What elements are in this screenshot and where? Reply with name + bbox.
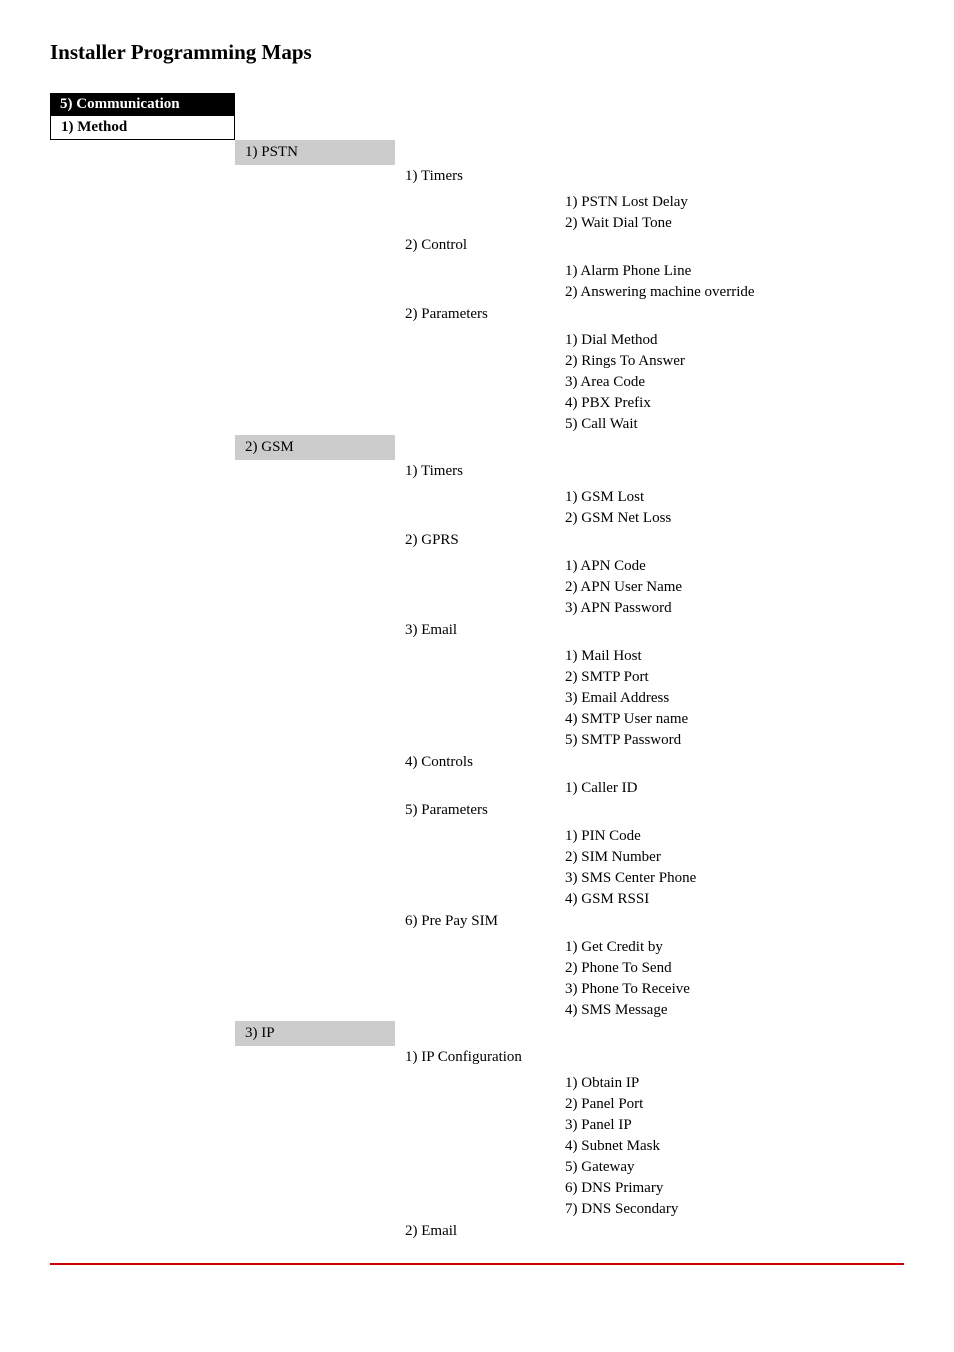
gsm-prepay-item: 3) Phone To Receive [555,979,904,1000]
pstn-parameters-item: 1) Dial Method [555,330,904,351]
ip-config-item: 6) DNS Primary [555,1178,904,1199]
section-gsm: 2) GSM [235,435,395,460]
gsm-email-item: 5) SMTP Password [555,730,904,751]
section-pstn: 1) PSTN [235,140,395,165]
gsm-parameters: 5) Parameters [395,799,904,822]
pstn-parameters-item: 5) Call Wait [555,414,904,435]
ip-config-item: 3) Panel IP [555,1115,904,1136]
gsm-controls: 4) Controls [395,751,904,774]
pstn-control-item: 1) Alarm Phone Line [555,261,904,282]
gsm-email-item: 4) SMTP User name [555,709,904,730]
ip-config-item: 4) Subnet Mask [555,1136,904,1157]
gsm-gprs-item: 2) APN User Name [555,577,904,598]
ip-config-item: 5) Gateway [555,1157,904,1178]
pstn-parameters-item: 4) PBX Prefix [555,393,904,414]
gsm-parameters-item: 2) SIM Number [555,847,904,868]
gsm-gprs-item: 1) APN Code [555,556,904,577]
ip-email: 2) Email [395,1220,904,1243]
gsm-prepay-item: 4) SMS Message [555,1000,904,1021]
gsm-email: 3) Email [395,619,904,642]
gsm-controls-item: 1) Caller ID [555,778,904,799]
gsm-parameters-item: 4) GSM RSSI [555,889,904,910]
gsm-parameters-item: 3) SMS Center Phone [555,868,904,889]
pstn-timers: 1) Timers [395,165,904,188]
gsm-timers-item: 1) GSM Lost [555,487,904,508]
header-method: 1) Method [50,116,235,140]
gsm-gprs: 2) GPRS [395,529,904,552]
ip-configuration: 1) IP Configuration [395,1046,904,1069]
pstn-timers-item: 1) PSTN Lost Delay [555,192,904,213]
header-communication: 5) Communication [50,93,235,116]
ip-config-item: 7) DNS Secondary [555,1199,904,1220]
pstn-timers-item: 2) Wait Dial Tone [555,213,904,234]
pstn-parameters-item: 2) Rings To Answer [555,351,904,372]
gsm-timers-item: 2) GSM Net Loss [555,508,904,529]
footer-divider [50,1263,904,1265]
page-title: Installer Programming Maps [50,40,904,65]
gsm-prepay: 6) Pre Pay SIM [395,910,904,933]
pstn-parameters-item: 3) Area Code [555,372,904,393]
gsm-gprs-item: 3) APN Password [555,598,904,619]
programming-map: 5) Communication 1) Method 1) PSTN 1) Ti… [50,93,904,1243]
ip-config-item: 1) Obtain IP [555,1073,904,1094]
gsm-parameters-item: 1) PIN Code [555,826,904,847]
gsm-email-item: 2) SMTP Port [555,667,904,688]
section-ip: 3) IP [235,1021,395,1046]
gsm-email-item: 3) Email Address [555,688,904,709]
ip-config-item: 2) Panel Port [555,1094,904,1115]
pstn-parameters: 2) Parameters [395,303,904,326]
pstn-control-item: 2) Answering machine override [555,282,904,303]
pstn-control: 2) Control [395,234,904,257]
gsm-timers: 1) Timers [395,460,904,483]
gsm-email-item: 1) Mail Host [555,646,904,667]
gsm-prepay-item: 2) Phone To Send [555,958,904,979]
gsm-prepay-item: 1) Get Credit by [555,937,904,958]
